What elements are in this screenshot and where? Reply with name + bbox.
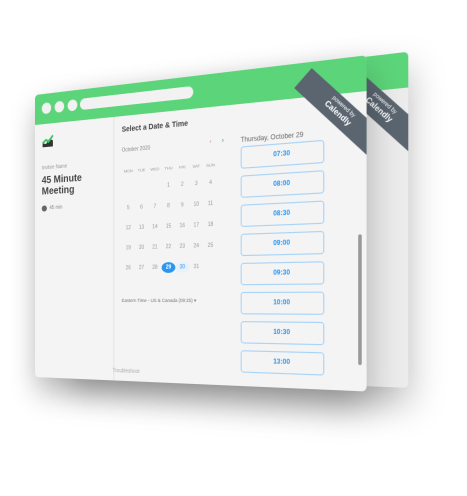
event-title: 45 Minute Meeting bbox=[41, 172, 82, 198]
time-slots: 07:30 08:00 08:30 09:00 09:30 10:00 10:30 13:00 bbox=[240, 139, 325, 376]
calendar-day: 14 bbox=[152, 223, 158, 231]
empty-cell bbox=[122, 182, 135, 193]
calendar-day: 16 bbox=[179, 222, 186, 230]
time-slot-button[interactable]: 13:00 bbox=[240, 350, 325, 376]
calendar-day: 24 bbox=[193, 242, 200, 250]
calendar-day: 23 bbox=[179, 243, 186, 251]
calendar-day: 5 bbox=[126, 204, 130, 212]
time-slot-button[interactable]: 09:00 bbox=[240, 230, 325, 257]
scheduler: Select a Date & Time October 2020 ‹ › Thu… bbox=[122, 103, 367, 392]
close-dot[interactable] bbox=[41, 102, 52, 115]
address-bar[interactable] bbox=[79, 85, 194, 111]
calendar-day: 13 bbox=[138, 224, 145, 231]
time-slot-button[interactable]: 10:30 bbox=[240, 321, 325, 346]
time-slot-button[interactable]: 08:30 bbox=[240, 200, 325, 228]
event-duration: 45 min bbox=[49, 204, 63, 212]
calendar-day: 18 bbox=[207, 221, 214, 229]
empty-cell bbox=[148, 181, 161, 193]
calendar-day: 27 bbox=[138, 264, 145, 272]
time-slot-button[interactable]: 08:00 bbox=[240, 170, 325, 198]
day-header: WED bbox=[150, 165, 160, 172]
time-slot-button[interactable]: 07:30 bbox=[240, 139, 325, 169]
calendar-day: 10 bbox=[193, 201, 200, 209]
stage: powered by Calendly powered by Calendly In… bbox=[0, 0, 467, 496]
organizer-name: Invitee Name bbox=[41, 163, 68, 172]
day-header: SAT bbox=[192, 162, 201, 169]
empty-cell bbox=[135, 182, 148, 193]
calendar-day: 28 bbox=[152, 264, 158, 272]
minimize-dot[interactable] bbox=[54, 100, 65, 113]
calendar-day: 6 bbox=[140, 204, 143, 211]
day-header: SUN bbox=[206, 161, 215, 168]
calendar-day: 11 bbox=[207, 200, 214, 208]
logo-icon bbox=[42, 133, 54, 148]
browser-window: powered by Calendly Invitee Name 45 Minut… bbox=[35, 55, 367, 392]
scrollbar[interactable] bbox=[358, 234, 362, 366]
calendar-grid: MON TUE WED THU FRI SAT SUN 1 2 3 4 5 6 7 8 9 10 11 12 13 14… bbox=[122, 162, 218, 274]
calendar-day: 26 bbox=[125, 265, 131, 272]
day-header: TUE bbox=[137, 166, 146, 173]
calendar-day: 12 bbox=[125, 224, 131, 232]
calendar-day: 1 bbox=[167, 182, 170, 189]
calendar-day: 31 bbox=[193, 263, 200, 271]
month-label: October 2020 bbox=[121, 145, 151, 154]
calendar-day: 15 bbox=[165, 223, 172, 230]
calendar-day[interactable]: 29 bbox=[161, 262, 176, 274]
calendar-day: 20 bbox=[138, 244, 145, 252]
time-slot-button[interactable]: 10:00 bbox=[240, 291, 325, 315]
maximize-dot[interactable] bbox=[67, 99, 78, 112]
calendar-day: 8 bbox=[167, 202, 170, 210]
day-header: THU bbox=[164, 164, 173, 171]
event-sidebar: Invitee Name 45 Minute Meeting 45 min bbox=[35, 116, 115, 381]
calendar-day: 17 bbox=[193, 222, 200, 229]
calendar-day: 22 bbox=[165, 243, 172, 251]
timezone-select[interactable]: Eastern Time - US & Canada (09:25) ▾ bbox=[122, 298, 197, 305]
day-header: MON bbox=[123, 167, 133, 174]
calendar-day[interactable]: 30 bbox=[175, 261, 190, 273]
prev-month-button[interactable]: ‹ bbox=[209, 139, 211, 146]
calendar-day: 2 bbox=[180, 181, 184, 189]
next-month-button[interactable]: › bbox=[222, 138, 224, 145]
calendar-day: 3 bbox=[194, 180, 198, 188]
calendar-day: 21 bbox=[152, 244, 158, 251]
clock-icon bbox=[41, 205, 47, 212]
day-header: FRI bbox=[179, 163, 186, 170]
calendar-day: 25 bbox=[207, 242, 214, 250]
time-slot-button[interactable]: 09:30 bbox=[240, 261, 325, 286]
calendar-day: 19 bbox=[125, 245, 131, 252]
calendar-day: 7 bbox=[153, 203, 157, 211]
calendar-day: 4 bbox=[209, 179, 212, 187]
calendar-day: 9 bbox=[180, 202, 184, 209]
